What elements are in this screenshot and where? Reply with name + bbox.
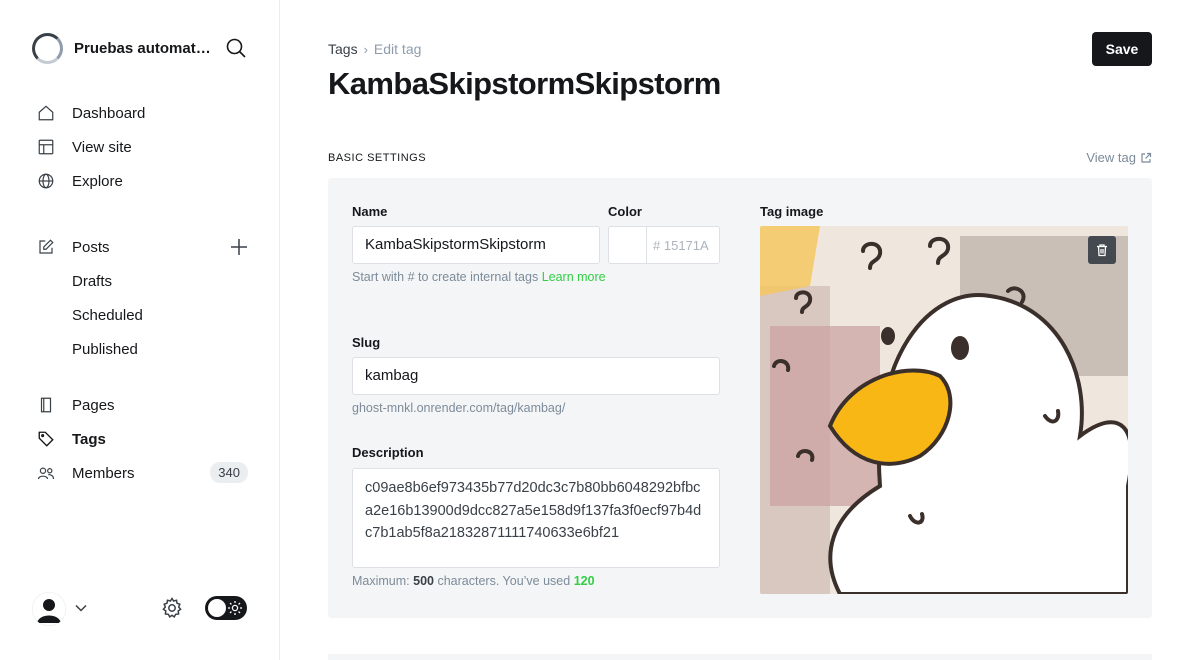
edit-icon bbox=[36, 237, 56, 257]
tag-image-label: Tag image bbox=[760, 204, 824, 219]
page-title: KambaSkipstormSkipstorm bbox=[328, 66, 721, 101]
home-icon bbox=[36, 103, 56, 123]
nav-members[interactable]: Members 340 bbox=[36, 456, 252, 490]
desc-hint-prefix: Maximum: bbox=[352, 574, 410, 588]
nav-scheduled[interactable]: Scheduled bbox=[36, 298, 252, 332]
search-icon[interactable] bbox=[224, 36, 248, 60]
color-placeholder: 15171A bbox=[663, 238, 709, 253]
nav-published-label: Published bbox=[72, 340, 138, 358]
breadcrumb-tags-link[interactable]: Tags bbox=[328, 41, 358, 57]
breadcrumb-separator: › bbox=[363, 41, 368, 57]
color-swatch[interactable] bbox=[608, 226, 646, 264]
tag-icon bbox=[36, 429, 56, 449]
nav-members-label: Members bbox=[72, 464, 135, 482]
desc-used-count: 120 bbox=[573, 574, 595, 588]
nav-drafts[interactable]: Drafts bbox=[36, 264, 252, 298]
user-avatar[interactable] bbox=[32, 592, 66, 626]
dark-mode-toggle[interactable] bbox=[205, 596, 247, 620]
delete-image-button[interactable] bbox=[1088, 236, 1116, 264]
site-logo bbox=[32, 32, 63, 64]
trash-icon bbox=[1097, 244, 1107, 257]
globe-icon bbox=[36, 171, 56, 191]
breadcrumb-current: Edit tag bbox=[373, 41, 422, 57]
nav-posts-label: Posts bbox=[72, 238, 110, 256]
gear-icon[interactable] bbox=[160, 596, 184, 620]
desc-max: 500 bbox=[413, 574, 434, 588]
nav-scheduled-label: Scheduled bbox=[72, 306, 143, 324]
basic-settings-panel: Name KambaSkipstormSkipstorm Start with … bbox=[328, 178, 1152, 618]
nav-pages-label: Pages bbox=[72, 396, 115, 414]
pages-icon bbox=[36, 395, 56, 415]
duck-illustration bbox=[760, 226, 1128, 594]
external-link-icon bbox=[1141, 152, 1152, 163]
learn-more-link[interactable]: Learn more bbox=[542, 270, 606, 284]
toggle-knob bbox=[208, 599, 226, 617]
nav-pages[interactable]: Pages bbox=[36, 388, 252, 422]
breadcrumb: Tags › Edit tag bbox=[328, 41, 421, 57]
nav-posts-item[interactable]: Posts bbox=[36, 230, 252, 264]
nav-dashboard[interactable]: Dashboard bbox=[36, 96, 252, 130]
members-icon bbox=[36, 463, 56, 483]
color-hash: # bbox=[653, 238, 661, 253]
chevron-down-icon[interactable] bbox=[74, 601, 88, 615]
slug-url: ghost-mnkl.onrender.com/tag/kambag/ bbox=[352, 401, 566, 415]
name-hint: Start with # to create internal tags Lea… bbox=[352, 267, 608, 288]
nav-posts: Posts Drafts Scheduled Published bbox=[36, 230, 252, 366]
view-tag-label: View tag bbox=[1086, 150, 1136, 165]
site-brand[interactable]: Pruebas automatizadas bbox=[32, 32, 248, 64]
description-label: Description bbox=[352, 445, 424, 460]
nav-tags[interactable]: Tags bbox=[36, 422, 252, 456]
color-hex-input[interactable]: # 15171A bbox=[646, 226, 720, 264]
slug-label: Slug bbox=[352, 335, 381, 350]
site-title: Pruebas automatizadas bbox=[74, 39, 214, 57]
plus-icon[interactable] bbox=[230, 238, 248, 256]
nav-main: Dashboard View site Explore bbox=[36, 96, 252, 198]
name-label: Name bbox=[352, 204, 388, 219]
sun-icon bbox=[228, 601, 242, 615]
sidebar: Pruebas automatizadas Dashboard View sit… bbox=[0, 0, 280, 660]
nav-tags-label: Tags bbox=[72, 430, 106, 448]
nav-explore[interactable]: Explore bbox=[36, 164, 252, 198]
description-hint: Maximum: 500 characters. You’ve used 120 bbox=[352, 571, 595, 592]
section-heading: BASIC SETTINGS bbox=[328, 152, 427, 164]
main-content: Tags › Edit tag KambaSkipstormSkipstorm … bbox=[328, 0, 1152, 660]
nav-published[interactable]: Published bbox=[36, 332, 252, 366]
slug-input[interactable]: kambag bbox=[352, 357, 720, 395]
desc-hint-mid: characters. You’ve used bbox=[437, 574, 571, 588]
color-label: Color bbox=[608, 204, 642, 219]
name-hint-text: Start with # to create internal tags bbox=[352, 270, 539, 284]
sidebar-footer bbox=[32, 592, 248, 626]
nav-dashboard-label: Dashboard bbox=[72, 104, 146, 122]
tag-image[interactable] bbox=[760, 226, 1128, 594]
nav-explore-label: Explore bbox=[72, 172, 123, 190]
nav-view-site[interactable]: View site bbox=[36, 130, 252, 164]
members-count-badge: 340 bbox=[210, 462, 248, 483]
nav-view-site-label: View site bbox=[72, 138, 132, 156]
nav-secondary: Pages Tags Members 340 bbox=[36, 388, 252, 490]
description-textarea[interactable]: c09ae8b6ef973435b77d20dc3c7b80bb6048292b… bbox=[352, 468, 720, 568]
layout-icon bbox=[36, 137, 56, 157]
nav-drafts-label: Drafts bbox=[72, 272, 113, 290]
name-input[interactable]: KambaSkipstormSkipstorm bbox=[352, 226, 600, 264]
save-button[interactable]: Save bbox=[1092, 32, 1152, 66]
view-tag-link[interactable]: View tag bbox=[1086, 150, 1152, 165]
next-panel bbox=[328, 654, 1152, 660]
